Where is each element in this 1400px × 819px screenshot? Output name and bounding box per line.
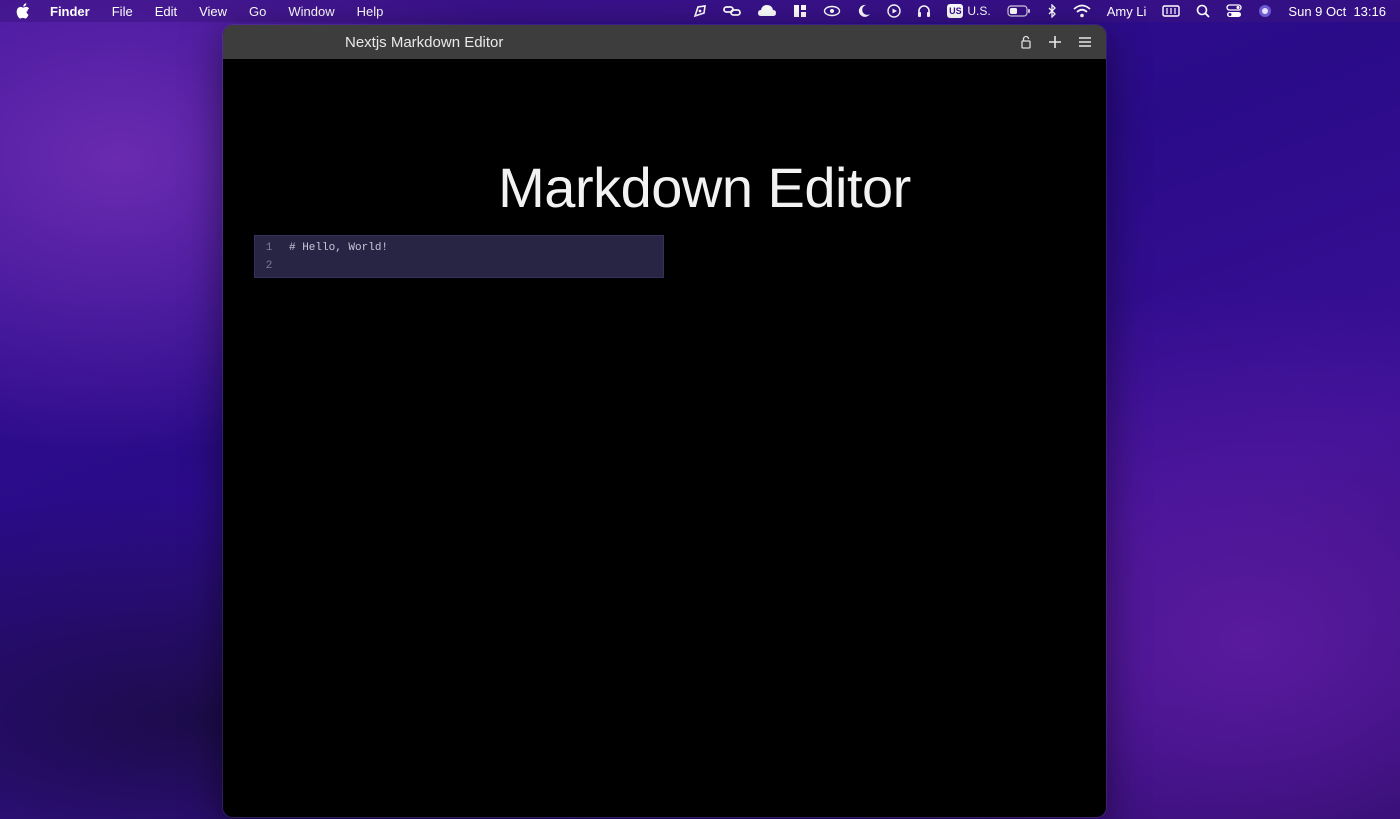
- layout-icon[interactable]: [793, 0, 807, 22]
- line-text[interactable]: # Hello, World!: [283, 242, 388, 254]
- lock-icon[interactable]: [1020, 35, 1032, 49]
- page-title: Markdown Editor: [223, 155, 1106, 220]
- user-name[interactable]: Amy Li: [1107, 4, 1147, 19]
- menu-help[interactable]: Help: [357, 4, 384, 19]
- menu-datetime[interactable]: Sun 9 Oct 13:16: [1288, 4, 1386, 19]
- menu-icon[interactable]: [1078, 35, 1092, 49]
- app-window: Nextjs Markdown Editor Markdown Editor 1…: [223, 25, 1106, 817]
- menu-file[interactable]: File: [112, 4, 133, 19]
- headphones-icon[interactable]: [917, 0, 931, 22]
- link-icon[interactable]: [723, 0, 742, 22]
- eye-icon[interactable]: [823, 0, 841, 22]
- editor-line[interactable]: 2: [255, 257, 663, 275]
- markdown-editor[interactable]: 1 # Hello, World! 2: [254, 235, 664, 278]
- search-icon[interactable]: [1196, 0, 1211, 22]
- page-content: Markdown Editor 1 # Hello, World! 2: [223, 59, 1106, 817]
- editor-line[interactable]: 1 # Hello, World!: [255, 239, 663, 257]
- moon-icon[interactable]: [857, 0, 871, 22]
- wifi-icon[interactable]: [1073, 0, 1091, 22]
- cloud-icon[interactable]: [757, 0, 777, 22]
- plus-icon[interactable]: [1048, 35, 1062, 49]
- bluetooth-icon[interactable]: [1047, 0, 1057, 22]
- menu-left: Finder File Edit View Go Window Help: [0, 0, 405, 22]
- page-title-text: Markdown Editor: [498, 156, 911, 219]
- menu-edit[interactable]: Edit: [155, 4, 177, 19]
- control-center-icon[interactable]: [1226, 0, 1243, 22]
- menu-app-name[interactable]: Finder: [50, 4, 90, 19]
- menu-go[interactable]: Go: [249, 4, 266, 19]
- pen-tool-icon[interactable]: [693, 0, 707, 22]
- input-source[interactable]: US U.S.: [947, 0, 991, 22]
- siri-icon[interactable]: [1258, 0, 1272, 22]
- menu-window[interactable]: Window: [288, 4, 334, 19]
- line-number: 2: [265, 260, 273, 272]
- menu-bar: Finder File Edit View Go Window Help US …: [0, 0, 1400, 22]
- apple-icon[interactable]: [16, 3, 30, 19]
- menu-status-area: US U.S. Amy Li Sun 9 Oct 13:16: [677, 0, 1400, 22]
- battery-icon[interactable]: [1007, 0, 1031, 22]
- play-icon[interactable]: [887, 0, 902, 22]
- input-source-badge: US: [947, 4, 964, 18]
- window-title: Nextjs Markdown Editor: [345, 34, 504, 51]
- window-toolbar: [1004, 25, 1092, 59]
- menu-view[interactable]: View: [199, 4, 227, 19]
- keyboard-icon[interactable]: [1162, 0, 1181, 22]
- window-titlebar[interactable]: Nextjs Markdown Editor: [223, 25, 1106, 59]
- input-source-label: U.S.: [967, 4, 991, 18]
- line-number: 1: [265, 242, 273, 254]
